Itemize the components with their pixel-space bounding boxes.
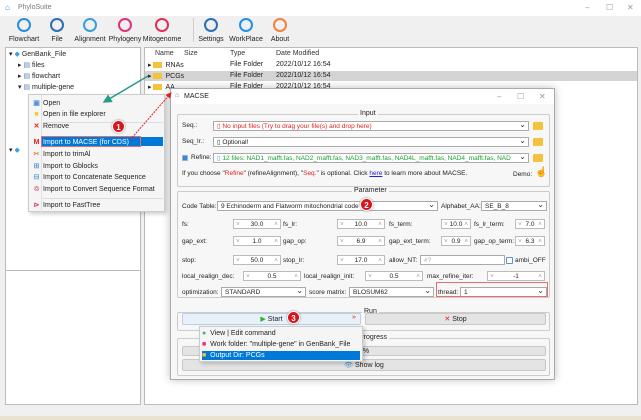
teal-arrow — [102, 75, 149, 103]
red-arrow — [129, 92, 172, 141]
step-badge-1: 1 — [112, 120, 125, 133]
step-badge-2: 2 — [360, 198, 373, 211]
annotation-arrows — [102, 75, 172, 141]
step-badge-3: 3 — [287, 311, 300, 324]
